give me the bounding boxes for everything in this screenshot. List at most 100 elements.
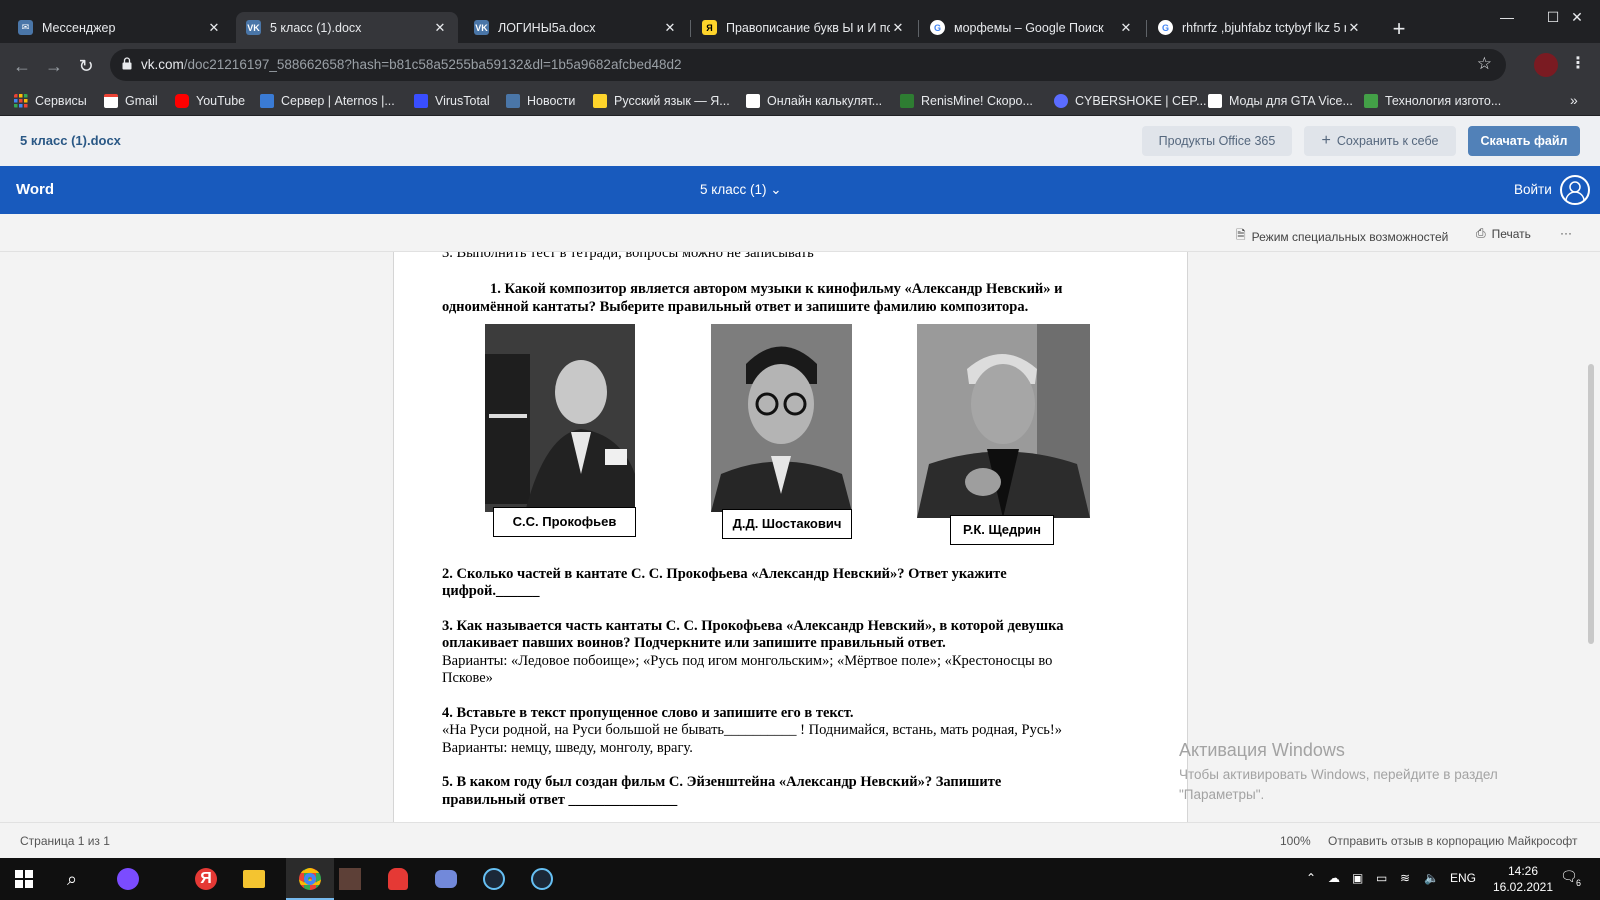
tab-google-morphemes[interactable]: G морфемы – Google Поиск ✕: [920, 12, 1144, 43]
search-icon[interactable]: ⌕: [56, 864, 88, 894]
web-page: 5 класс (1).docx Продукты Office 365 + С…: [0, 116, 1600, 858]
bookmark-cybershoke[interactable]: CYBERSHOKE | CEP...: [1054, 94, 1207, 108]
page-count: Страница 1 из 1: [20, 834, 110, 848]
clock-time: 14:26: [1507, 864, 1539, 878]
bookmark-gta-mods[interactable]: Моды для GTA Vice...: [1208, 94, 1353, 108]
bookmark-news[interactable]: Новости: [506, 94, 575, 108]
bookmark-aternos[interactable]: Сервер | Aternos |...: [260, 94, 395, 108]
minimize-icon[interactable]: —: [1484, 2, 1530, 32]
bookmark-label: Онлайн калькулят...: [767, 94, 883, 108]
bookmark-label: Моды для GTA Vice...: [1229, 94, 1353, 108]
yandex-icon: [593, 94, 607, 108]
among-us-icon[interactable]: [382, 864, 414, 894]
aternos-icon: [260, 94, 274, 108]
browser-menu-icon[interactable]: ⋮: [1570, 53, 1586, 73]
save-to-mine-button[interactable]: + Сохранить к себе: [1304, 126, 1456, 156]
vk-doc-header: 5 класс (1).docx Продукты Office 365 + С…: [0, 116, 1600, 166]
question-4-options: Варианты: немцу, шведу, монголу, врагу.: [442, 740, 693, 756]
discord-icon[interactable]: [430, 864, 462, 894]
sign-in-link[interactable]: Войти: [1514, 182, 1552, 197]
wifi-icon[interactable]: ≋: [1400, 871, 1410, 885]
tray-app-icon[interactable]: ▣: [1352, 871, 1363, 885]
bookmark-russian[interactable]: Русский язык — Я...: [593, 94, 730, 108]
windows-start-icon[interactable]: [8, 864, 40, 894]
gmail-icon: [104, 94, 118, 108]
bookmark-virustotal[interactable]: VirusTotal: [414, 94, 490, 108]
scrollbar-thumb[interactable]: [1588, 364, 1594, 644]
steam-icon-2[interactable]: [526, 864, 558, 894]
bookmark-star-icon[interactable]: ☆: [1477, 54, 1492, 74]
accessibility-mode-button[interactable]: 🗎 Режим специальных возможностей: [1236, 226, 1448, 247]
caption-shchedrin: Р.К. Щедрин: [950, 515, 1054, 545]
tab-google-search[interactable]: G rhfnrfz ,bjuhfabz tctybyf lkz 5 r ✕: [1148, 12, 1372, 43]
bookmark-calculator[interactable]: Онлайн калькулят...: [746, 94, 882, 108]
bookmark-label: Сервисы: [35, 94, 87, 108]
tab-spelling[interactable]: Я Правописание букв Ы и И по ✕: [692, 12, 916, 43]
creeper-icon: [900, 94, 914, 108]
tray-arrow-icon[interactable]: ⌃: [1306, 871, 1316, 885]
caption-prokofiev: С.С. Прокофьев: [493, 507, 636, 537]
close-icon[interactable]: ✕: [432, 20, 448, 36]
close-icon[interactable]: ✕: [1346, 20, 1362, 36]
document-icon: 🗎: [1236, 228, 1246, 242]
alice-icon[interactable]: [112, 864, 144, 894]
bookmark-services[interactable]: Сервисы: [14, 94, 87, 108]
volume-icon[interactable]: 🔈: [1424, 871, 1439, 885]
status-bar: Страница 1 из 1 100% Отправить отзыв в к…: [0, 822, 1600, 858]
print-button[interactable]: ⎙ Печать: [1476, 226, 1531, 241]
language-indicator[interactable]: ENG: [1450, 871, 1476, 885]
youtube-icon: [175, 94, 189, 108]
bookmark-technology[interactable]: Технология изгото...: [1364, 94, 1501, 108]
leaf-icon: [1364, 94, 1378, 108]
onedrive-icon[interactable]: ☁: [1328, 871, 1340, 885]
avatar-icon[interactable]: [1560, 175, 1590, 205]
apps-grid-icon: [14, 94, 28, 108]
steam-icon[interactable]: [478, 864, 510, 894]
doc-title-dropdown[interactable]: 5 класс (1) ⌄: [700, 182, 782, 198]
bookmark-gmail[interactable]: Gmail: [104, 94, 158, 108]
clock[interactable]: 14:26 16.02.2021: [1488, 863, 1558, 895]
close-icon[interactable]: ✕: [206, 20, 222, 36]
chrome-icon[interactable]: [286, 858, 334, 900]
close-icon[interactable]: ✕: [890, 20, 906, 36]
close-icon[interactable]: ✕: [1118, 20, 1134, 36]
more-options-button[interactable]: ···: [1560, 226, 1572, 240]
shostakovich-photo: [711, 324, 852, 512]
clock-date: 16.02.2021: [1492, 880, 1554, 894]
word-brand[interactable]: Word: [16, 181, 54, 198]
back-arrow-icon[interactable]: ←: [8, 52, 36, 80]
close-window-icon[interactable]: ✕: [1554, 2, 1600, 32]
vk-icon: [506, 94, 520, 108]
zoom-level[interactable]: 100%: [1280, 834, 1311, 848]
print-label: Печать: [1491, 226, 1531, 241]
file-explorer-icon[interactable]: [238, 864, 270, 894]
vk-doc-name: 5 класс (1).docx: [20, 133, 121, 148]
document-area: 3. Выполнить тест в тетради, вопросы мож…: [0, 252, 1600, 822]
tab-active-doc[interactable]: VK 5 класс (1).docx ✕: [236, 12, 458, 43]
download-file-button[interactable]: Скачать файл: [1468, 126, 1580, 156]
caption-shostakovich: Д.Д. Шостакович: [722, 509, 852, 539]
bookmark-renismine[interactable]: RenisMine! Скоро...: [900, 94, 1033, 108]
vk-messenger-icon: ✉: [18, 20, 33, 35]
bookmark-label: YouTube: [196, 94, 246, 108]
new-tab-button[interactable]: +: [1386, 17, 1412, 43]
windows-taskbar: ⌕ Я ⌃ ☁ ▣ ▭ ≋ 🔈 ENG 14:26 16.02.2021 🗨 6: [0, 858, 1600, 900]
close-icon[interactable]: ✕: [662, 20, 678, 36]
question-3-line-1: 3. Как называется часть кантаты С. С. Пр…: [442, 618, 1064, 634]
gta-icon: [1208, 94, 1222, 108]
tab-messenger[interactable]: ✉ Мессенджер ✕: [8, 12, 232, 43]
game-app-icon[interactable]: [334, 864, 366, 894]
tab-title: Правописание букв Ы и И по: [726, 20, 890, 35]
feedback-link[interactable]: Отправить отзыв в корпорацию Майкрософт: [1328, 834, 1577, 848]
reload-icon[interactable]: ↻: [72, 52, 100, 80]
battery-icon[interactable]: ▭: [1376, 871, 1387, 885]
forward-arrow-icon[interactable]: →: [40, 52, 68, 80]
address-bar[interactable]: vk.com/doc21216197_588662658?hash=b81c58…: [110, 49, 1506, 81]
tab-logins-doc[interactable]: VK ЛОГИНЫ5a.docx ✕: [464, 12, 688, 43]
vk-icon: VK: [474, 20, 489, 35]
office-products-button[interactable]: Продукты Office 365: [1142, 126, 1292, 156]
bookmark-youtube[interactable]: YouTube: [175, 94, 245, 108]
yandex-browser-icon[interactable]: Я: [190, 864, 222, 894]
extension-icon[interactable]: [1534, 53, 1558, 77]
bookmarks-more-icon[interactable]: »: [1570, 92, 1578, 108]
